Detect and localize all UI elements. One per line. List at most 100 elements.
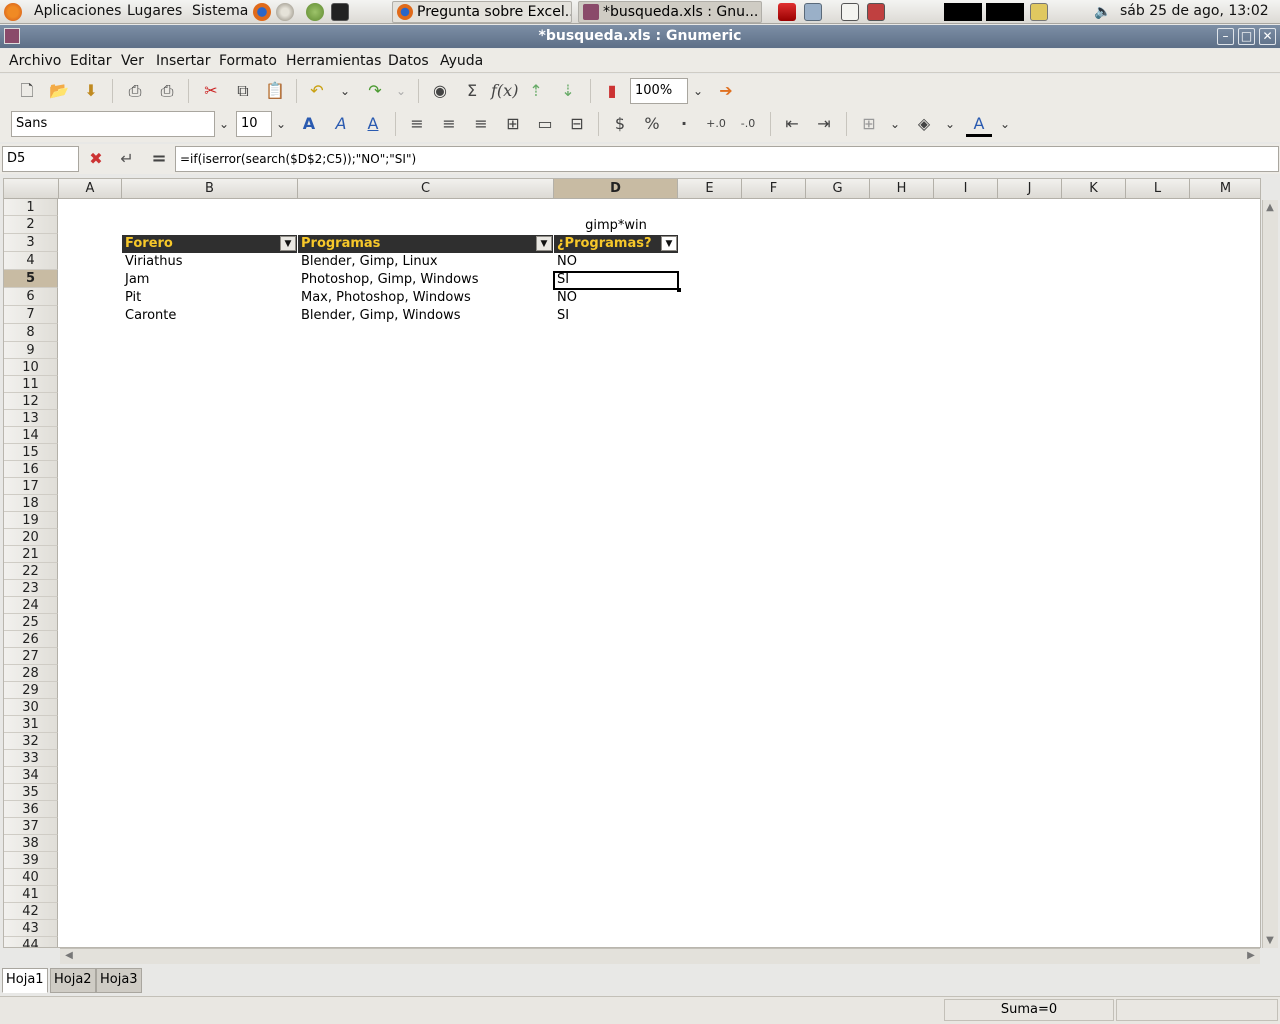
row-header-22[interactable]: 22 <box>4 563 58 580</box>
menu-ayuda[interactable]: Ayuda <box>440 53 483 69</box>
row-header-16[interactable]: 16 <box>4 461 58 478</box>
row-header-6[interactable]: 6 <box>4 288 58 306</box>
workspace-1[interactable] <box>944 3 982 21</box>
horizontal-scrollbar[interactable]: ◀ ▶ <box>60 948 1260 964</box>
sort-descending-icon[interactable]: ⇣ <box>555 78 581 104</box>
font-name-combo[interactable]: Sans <box>11 111 215 137</box>
row-header-2[interactable]: 2 <box>4 216 58 234</box>
header-cell-programas[interactable]: Programas ▼ <box>298 235 553 253</box>
cell-C5[interactable]: Photoshop, Gimp, Windows <box>298 271 554 289</box>
column-header-I[interactable]: I <box>934 179 998 199</box>
column-header-A[interactable]: A <box>59 179 122 199</box>
column-header-L[interactable]: L <box>1126 179 1190 199</box>
align-right-icon[interactable]: ≡ <box>468 111 494 137</box>
merge-cells-icon[interactable]: ⊞ <box>500 111 526 137</box>
sheet-tab-hoja2[interactable]: Hoja2 <box>50 968 96 993</box>
chart-guru-icon[interactable]: ▮ <box>599 78 625 104</box>
column-header-B[interactable]: B <box>122 179 298 199</box>
font-color-dropdown-icon[interactable]: ⌄ <box>996 111 1014 137</box>
taskbar-item-gnumeric[interactable]: *busqueda.xls : Gnu... <box>578 1 762 23</box>
autofilter-dropdown-icon[interactable]: ▼ <box>536 236 552 251</box>
window-menu-icon[interactable] <box>4 28 20 44</box>
row-header-21[interactable]: 21 <box>4 546 58 563</box>
menu-editar[interactable]: Editar <box>70 53 111 69</box>
cell-D7[interactable]: SI <box>554 307 678 325</box>
row-header-26[interactable]: 26 <box>4 631 58 648</box>
currency-format-icon[interactable]: $ <box>607 111 633 137</box>
font-color-icon[interactable]: A <box>966 111 992 137</box>
row-header-42[interactable]: 42 <box>4 903 58 920</box>
minimize-button[interactable]: – <box>1217 28 1234 45</box>
row-header-13[interactable]: 13 <box>4 410 58 427</box>
row-header-28[interactable]: 28 <box>4 665 58 682</box>
align-center-icon[interactable]: ≡ <box>436 111 462 137</box>
ubuntu-logo-icon[interactable] <box>4 3 22 21</box>
formula-input[interactable]: =if(iserror(search($D$2;C5));"NO";"SI") <box>175 146 1279 172</box>
column-header-H[interactable]: H <box>870 179 934 199</box>
cell-B7[interactable]: Caronte <box>122 307 298 325</box>
maximize-button[interactable]: □ <box>1238 28 1255 45</box>
align-left-icon[interactable]: ≡ <box>404 111 430 137</box>
row-header-44[interactable]: 44 <box>4 937 58 947</box>
volume-icon[interactable]: 🔈 <box>1094 4 1111 20</box>
decrease-indent-icon[interactable]: ⇤ <box>779 111 805 137</box>
column-header-D[interactable]: D <box>554 179 678 199</box>
row-header-7[interactable]: 7 <box>4 306 58 324</box>
panel-menu-sistema[interactable]: Sistema <box>192 3 248 19</box>
cell-C4[interactable]: Blender, Gimp, Linux <box>298 253 554 271</box>
column-header-K[interactable]: K <box>1062 179 1126 199</box>
gimp-launcher-icon[interactable] <box>306 3 324 21</box>
cell-D2[interactable]: gimp*win <box>554 217 678 235</box>
menu-herramientas[interactable]: Herramientas <box>286 53 381 69</box>
row-header-41[interactable]: 41 <box>4 886 58 903</box>
taskbar-item-excel[interactable]: Pregunta sobre Excel... <box>392 1 572 23</box>
row-header-3[interactable]: 3 <box>4 234 58 252</box>
row-header-25[interactable]: 25 <box>4 614 58 631</box>
row-header-15[interactable]: 15 <box>4 444 58 461</box>
function-wizard-icon[interactable]: f(x) <box>491 78 518 104</box>
borders-dropdown-icon[interactable]: ⌄ <box>886 111 904 137</box>
paste-icon[interactable]: 📋 <box>262 78 288 104</box>
menu-formato[interactable]: Formato <box>219 53 277 69</box>
menu-insertar[interactable]: Insertar <box>156 53 211 69</box>
thousands-separator-icon[interactable]: · <box>671 111 697 137</box>
row-header-31[interactable]: 31 <box>4 716 58 733</box>
vertical-scrollbar[interactable]: ▲ ▼ <box>1262 200 1278 948</box>
font-name-dropdown-icon[interactable]: ⌄ <box>215 111 233 137</box>
row-header-32[interactable]: 32 <box>4 733 58 750</box>
cell-C7[interactable]: Blender, Gimp, Windows <box>298 307 554 325</box>
cell-B6[interactable]: Pit <box>122 289 298 307</box>
selected-cell-D5[interactable]: SI <box>553 271 679 290</box>
row-header-24[interactable]: 24 <box>4 597 58 614</box>
panel-menu-aplicaciones[interactable]: Aplicaciones <box>34 3 121 19</box>
cell-D6[interactable]: NO <box>554 289 678 307</box>
borders-icon[interactable]: ⊞ <box>856 111 882 137</box>
autofilter-dropdown-icon[interactable]: ▼ <box>280 236 296 251</box>
row-header-35[interactable]: 35 <box>4 784 58 801</box>
cell-B5[interactable]: Jam <box>122 271 298 289</box>
spreadsheet-grid[interactable]: A B C D E F G H I J K L M 1 2 3 4 5 6 7 8 9 10 11 1… <box>3 178 1261 948</box>
lock-icon[interactable] <box>1030 3 1048 21</box>
percent-format-icon[interactable]: % <box>639 111 665 137</box>
header-cell-check[interactable]: ¿Programas? ▼ <box>554 235 678 253</box>
menu-ver[interactable]: Ver <box>121 53 144 69</box>
print-icon[interactable]: ⎙ <box>122 78 148 104</box>
network-icon[interactable] <box>804 3 822 21</box>
open-file-icon[interactable]: 📂 <box>46 78 72 104</box>
zoom-combo[interactable]: 100% <box>630 78 688 104</box>
zoom-dropdown-icon[interactable]: ⌄ <box>689 78 707 104</box>
undo-icon[interactable]: ↶ <box>304 78 330 104</box>
row-header-43[interactable]: 43 <box>4 920 58 937</box>
select-all-corner[interactable] <box>4 179 59 199</box>
row-header-20[interactable]: 20 <box>4 529 58 546</box>
italic-icon[interactable]: A <box>328 111 354 137</box>
row-header-23[interactable]: 23 <box>4 580 58 597</box>
row-header-27[interactable]: 27 <box>4 648 58 665</box>
row-header-4[interactable]: 4 <box>4 252 58 270</box>
panel-clock[interactable]: sáb 25 de ago, 13:02 <box>1120 3 1269 19</box>
accept-edit-icon[interactable]: ↵ <box>114 146 140 172</box>
column-header-J[interactable]: J <box>998 179 1062 199</box>
cell-C6[interactable]: Max, Photoshop, Windows <box>298 289 554 307</box>
underline-icon[interactable]: A <box>360 111 386 137</box>
row-header-5[interactable]: 5 <box>4 270 58 288</box>
